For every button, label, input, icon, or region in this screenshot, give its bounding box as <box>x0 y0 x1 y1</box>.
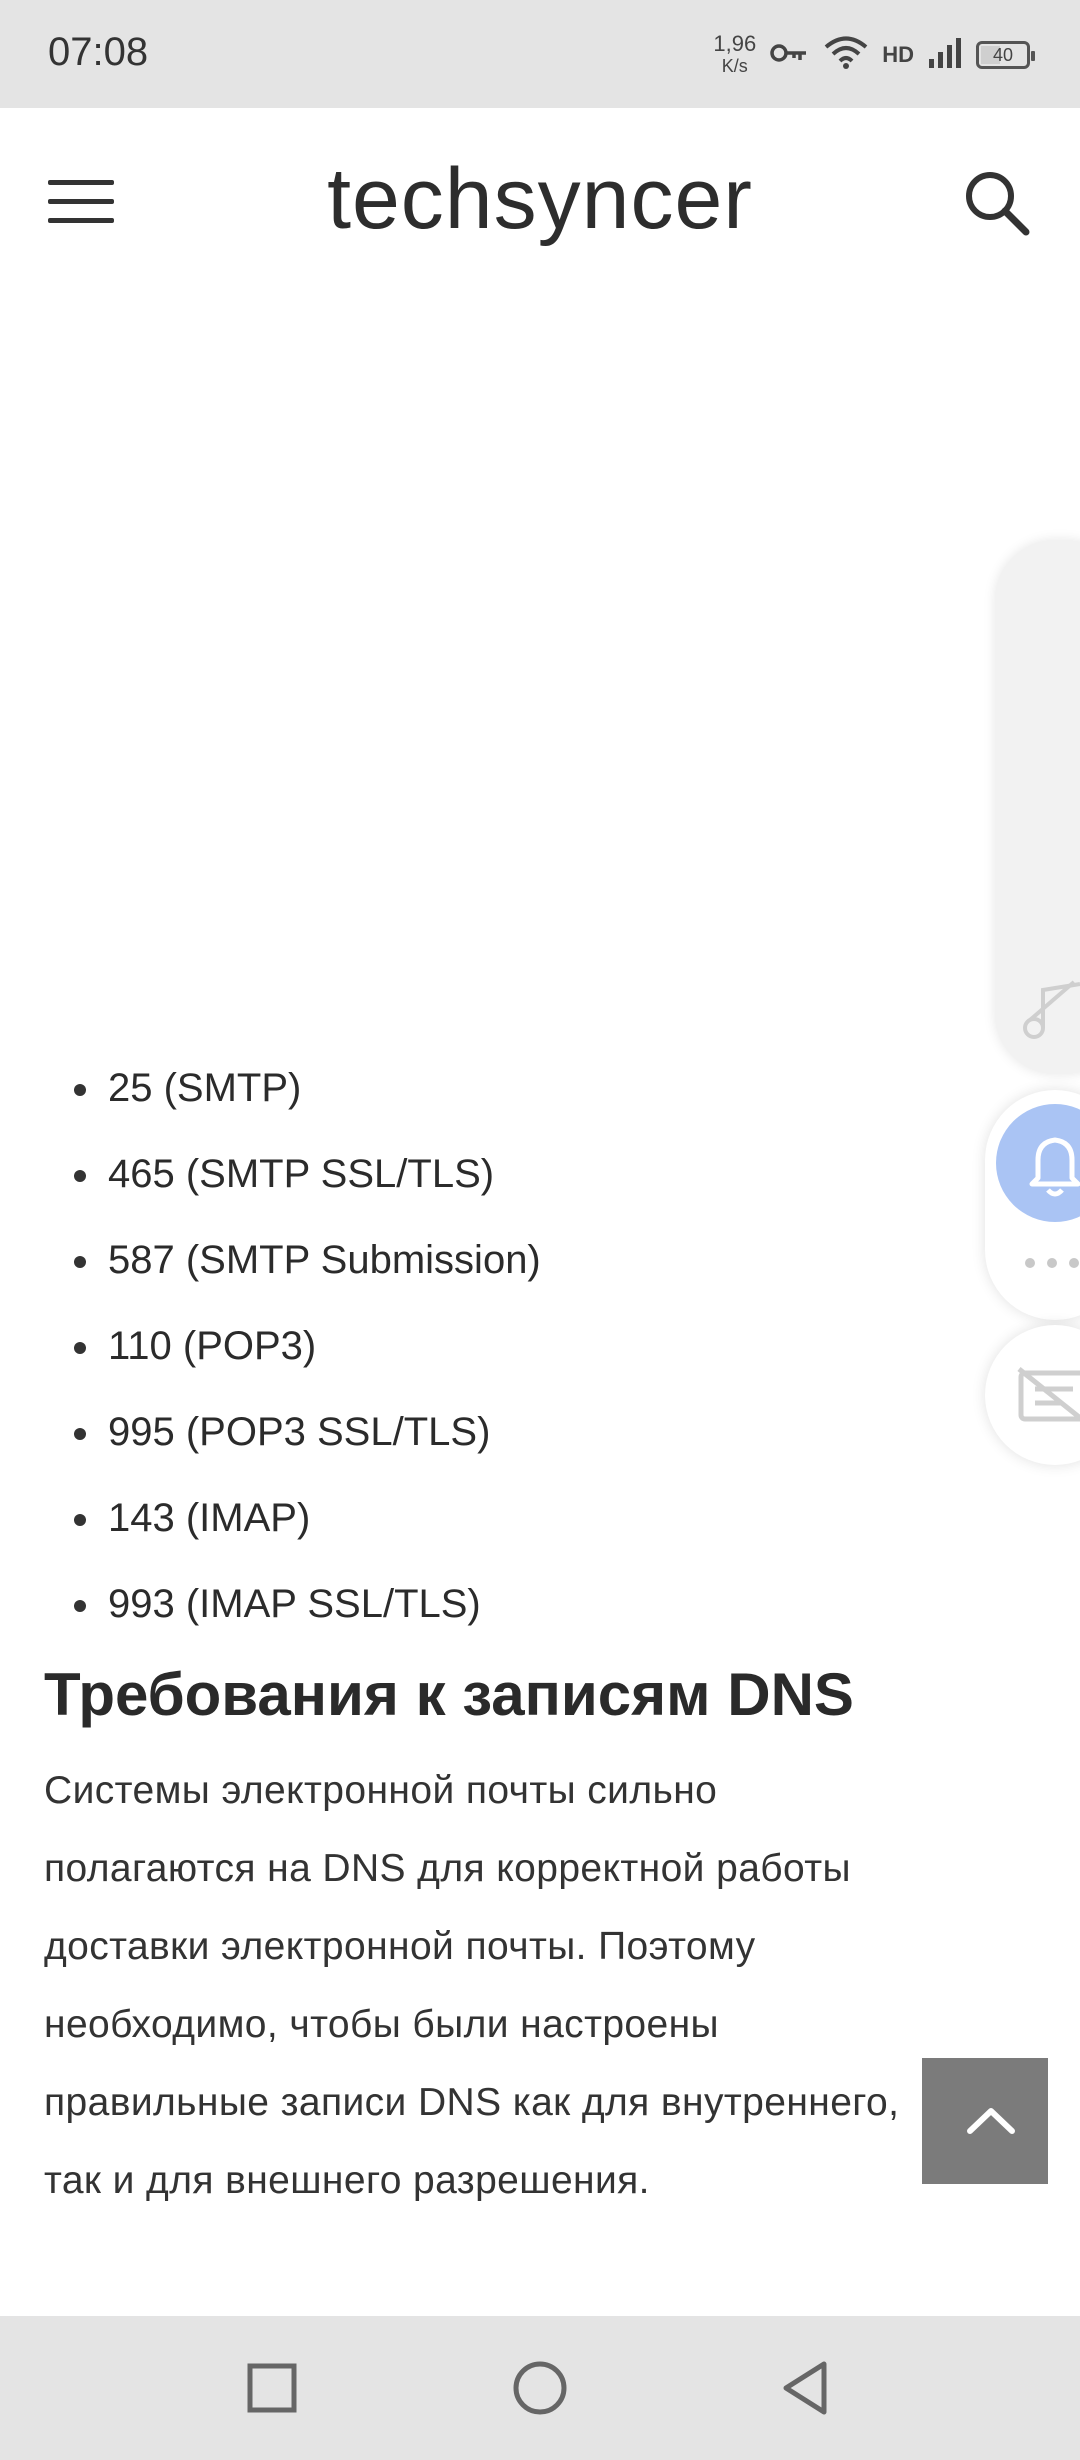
bell-button[interactable] <box>996 1104 1080 1222</box>
paragraph-line: правильные записи DNS как для внутреннег… <box>44 2081 900 2124</box>
article-paragraph: Системы электронной почты сильно полагаю… <box>44 1752 1034 2220</box>
port-list: 25 (SMTP) 465 (SMTP SSL/TLS) 587 (SMTP S… <box>0 1045 541 1647</box>
subtitles-off-icon <box>1017 1367 1080 1422</box>
bell-icon <box>1029 1137 1080 1197</box>
paragraph-line: необходимо, чтобы были настроены <box>44 2003 719 2046</box>
system-navigation-bar <box>0 2316 1080 2460</box>
vpn-key-icon <box>770 41 810 70</box>
status-time: 07:08 <box>48 30 149 74</box>
battery-icon: 40 <box>976 41 1035 69</box>
chevron-up-icon <box>967 2108 1015 2134</box>
list-item: 993 (IMAP SSL/TLS) <box>0 1561 541 1647</box>
back-triangle-icon[interactable] <box>776 2358 836 2418</box>
paragraph-line: Системы электронной почты сильно <box>44 1769 718 1812</box>
network-speed-value: 1,96 <box>713 31 757 56</box>
site-title[interactable]: techsyncer <box>0 150 1080 249</box>
network-speed: 1,96 K/s <box>713 33 756 77</box>
list-item: 110 (POP3) <box>0 1303 541 1389</box>
battery-level: 40 <box>992 44 1014 65</box>
search-icon[interactable] <box>960 166 1032 238</box>
paragraph-line: так и для внешнего разрешения. <box>44 2159 650 2202</box>
wifi-icon <box>824 36 868 75</box>
paragraph-line: полагаются на DNS для корректной работы <box>44 1847 851 1890</box>
more-dots-icon[interactable] <box>1025 1258 1079 1268</box>
status-icons: 1,96 K/s HD 40 <box>713 30 1035 80</box>
site-header: techsyncer <box>0 108 1080 294</box>
status-bar: 07:08 1,96 K/s HD 40 <box>0 0 1080 108</box>
list-item: 143 (IMAP) <box>0 1475 541 1561</box>
list-item: 465 (SMTP SSL/TLS) <box>0 1131 541 1217</box>
recents-square-icon[interactable] <box>242 2358 302 2418</box>
home-circle-icon[interactable] <box>510 2358 570 2418</box>
list-item: 25 (SMTP) <box>0 1045 541 1131</box>
ad-placeholder <box>0 294 1000 1034</box>
paragraph-line: доставки электронной почты. Поэтому <box>44 1925 756 1968</box>
list-item: 995 (POP3 SSL/TLS) <box>0 1389 541 1475</box>
network-type: HD <box>882 42 914 67</box>
list-item: 587 (SMTP Submission) <box>0 1217 541 1303</box>
network-speed-unit: K/s <box>721 56 748 76</box>
subtitles-off-button[interactable] <box>985 1325 1080 1465</box>
section-title: Требования к записям DNS <box>44 1661 854 1728</box>
scroll-to-top-button[interactable] <box>922 2058 1048 2184</box>
music-note-icon[interactable] <box>1022 980 1080 1045</box>
cellular-signal-icon <box>928 37 962 74</box>
